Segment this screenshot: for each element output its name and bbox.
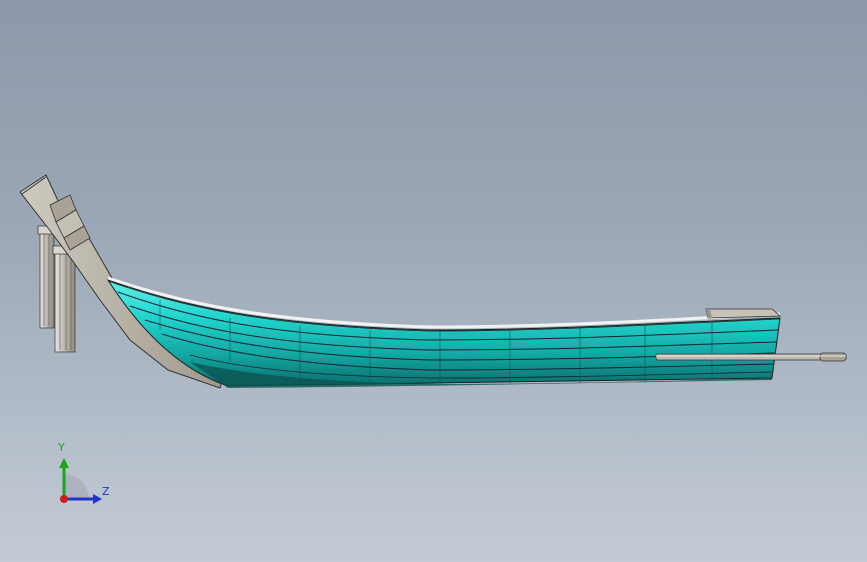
y-axis-label: Y bbox=[58, 441, 65, 454]
z-arrow bbox=[93, 494, 102, 504]
z-axis-label: Z bbox=[102, 485, 110, 498]
hull bbox=[106, 276, 781, 388]
stern bbox=[705, 308, 782, 319]
x-axis-dot bbox=[60, 495, 68, 503]
view-triad: Y Z bbox=[48, 440, 118, 510]
boat-model[interactable] bbox=[0, 0, 867, 562]
propeller-shaft bbox=[655, 352, 847, 362]
y-arrow bbox=[59, 458, 69, 468]
graphics-viewport[interactable]: Y Z bbox=[0, 0, 867, 562]
